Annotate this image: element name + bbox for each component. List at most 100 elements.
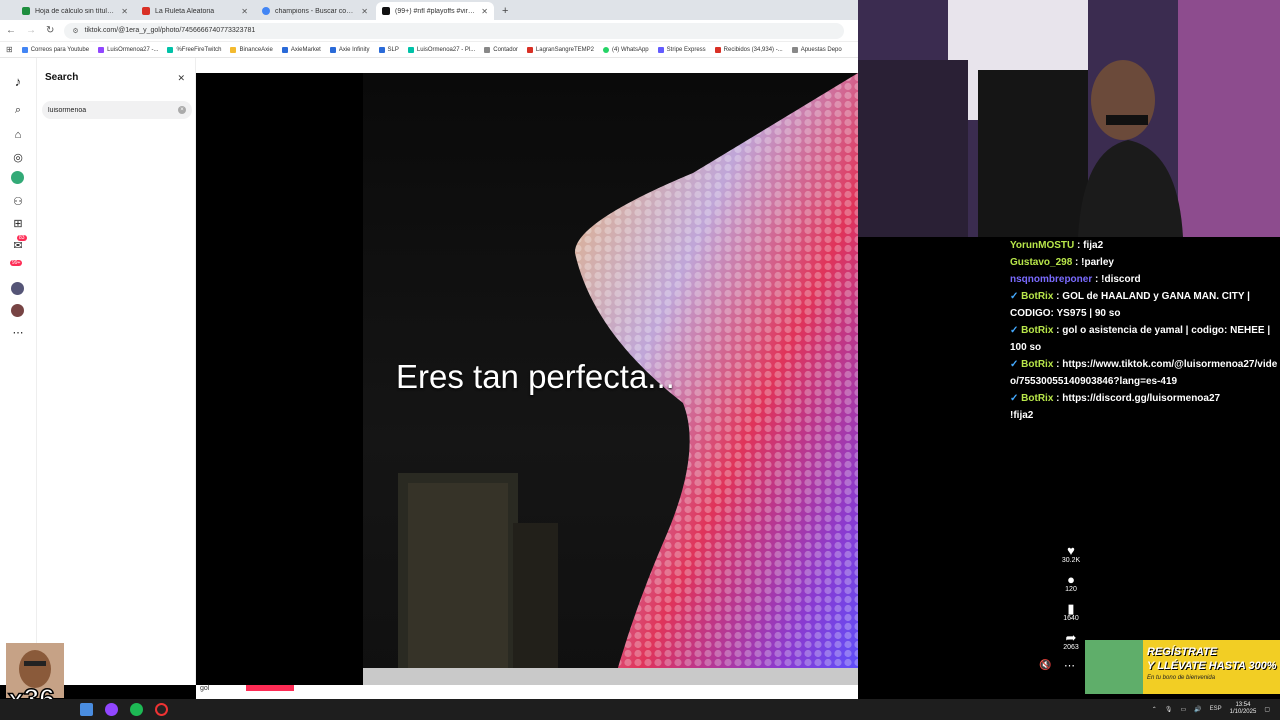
bookmark-label: (4) WhatsApp (611, 46, 649, 53)
upload-icon[interactable]: ⊞ (10, 215, 26, 231)
bookmarks-bar: ⊞ Correos para Youtube LuisOrmenoa27 -..… (0, 42, 858, 58)
chat-message: Gustavo_298 : !parley (1010, 254, 1280, 271)
bookmark-favicon-icon (21, 46, 28, 53)
url-field[interactable]: ⚙ tiktok.com/@1era_y_gol/photo/745666674… (64, 22, 845, 39)
bookmark-item[interactable]: Correos para Youtube (21, 46, 89, 53)
bookmark-favicon-icon (329, 46, 336, 53)
share-button[interactable]: ➦ 2063 (1058, 630, 1084, 651)
following-icon[interactable]: ⚇ (10, 193, 26, 209)
bookmark-item[interactable]: Stripe Express (657, 46, 706, 53)
chat-username: BotRix (1021, 393, 1054, 404)
notifications-icon[interactable]: ▢ (1264, 706, 1270, 713)
browser-tab-bar: Hoja de cálculo sin título - Hoja ✕ La R… (0, 0, 858, 20)
browser-tab-sheets[interactable]: Hoja de cálculo sin título - Hoja ✕ (16, 2, 134, 20)
chat-username: Gustavo_298 (1010, 257, 1073, 268)
browser-tab-ruleta[interactable]: La Ruleta Aleatoria ✕ (136, 2, 254, 20)
like-count: 30.2K (1061, 557, 1081, 564)
chat-separator: : (1053, 359, 1063, 370)
bookmark-item[interactable]: AxieMarket (281, 46, 321, 53)
like-button[interactable]: ♥ 30.2K (1058, 543, 1084, 564)
bookmark-favicon-icon (714, 46, 721, 53)
forward-arrow-icon[interactable]: → (26, 25, 36, 36)
bookmark-favicon-icon (657, 46, 664, 53)
streamer-camera-image (858, 0, 1280, 237)
chat-separator: : (1053, 393, 1063, 404)
apps-grid-icon[interactable]: ⊞ (6, 45, 13, 54)
bot-badge-icon: ✓ (1010, 393, 1019, 404)
bookmark-item[interactable]: SLP (378, 46, 399, 53)
bookmark-item[interactable]: LuisOrmenoa27 - Pl... (407, 46, 476, 53)
comment-button[interactable]: ● 120 (1058, 572, 1084, 593)
tiktok-logo-icon[interactable]: ♪ (10, 73, 26, 89)
explorer-icon[interactable] (80, 703, 93, 716)
network-icon[interactable]: ▭ (1180, 706, 1186, 713)
bookmark-item[interactable]: %FreeFireTwitch (167, 46, 221, 53)
profile-avatar-icon[interactable] (11, 282, 24, 295)
chat-text: !fija2 (1010, 410, 1034, 421)
explore-icon[interactable]: ◎ (10, 149, 26, 165)
save-button[interactable]: ▮ 1640 (1058, 601, 1084, 622)
bookmark-favicon-icon (230, 46, 237, 53)
bookmark-item[interactable]: LagranSangreTEMP2 (526, 46, 594, 53)
chat-text: fija2 (1083, 240, 1104, 251)
more-options-icon[interactable]: ⋯ (1064, 659, 1075, 672)
url-text: tiktok.com/@1era_y_gol/photo/74566667407… (84, 27, 256, 34)
close-icon[interactable]: ✕ (481, 7, 488, 16)
stream-chat: YorunMOSTU : fija2 Gustavo_298 : !parley… (1010, 237, 1280, 437)
bookmark-item[interactable]: LuisOrmenoa27 -... (98, 46, 158, 53)
clock[interactable]: 13:54 1/10/2025 (1230, 702, 1257, 716)
search-input[interactable] (48, 106, 168, 114)
close-icon[interactable]: ✕ (361, 7, 368, 16)
bookmark-item[interactable]: Recibidos (34,934) -... (714, 46, 783, 53)
tab-label: (99+) #nfl #playoffs #viral #fyp (395, 7, 476, 15)
bookmark-favicon-icon (167, 46, 174, 53)
site-info-icon[interactable]: ⚙ (72, 27, 78, 35)
home-icon[interactable]: ⌂ (10, 127, 26, 143)
chat-username: BotRix (1021, 359, 1054, 370)
promo-banner[interactable]: REGÍSTRATE Y LLÉVATE HASTA 300% En tu bo… (1085, 640, 1280, 694)
live-avatar-icon[interactable] (11, 171, 24, 184)
new-tab-button[interactable]: + (496, 5, 514, 20)
tab-label: Hoja de cálculo sin título - Hoja (35, 7, 116, 15)
browser-tab-tiktok[interactable]: (99+) #nfl #playoffs #viral #fyp ✕ (376, 2, 494, 20)
tab-label: champions - Buscar con Google (275, 7, 356, 15)
language-indicator[interactable]: ESP (1210, 706, 1222, 712)
volume-icon[interactable]: 🔊 (1194, 706, 1201, 713)
save-count: 1640 (1063, 615, 1079, 622)
taskbar: ⌃ 🎙 ▭ 🔊 ESP 13:54 1/10/2025 ▢ (0, 699, 1280, 720)
bot-badge-icon: ✓ (1010, 291, 1019, 302)
bookmark-label: BinanceAxie (239, 46, 273, 53)
sheets-icon (22, 7, 30, 15)
clear-search-icon[interactable]: × (178, 106, 186, 114)
bookmark-item[interactable]: Contador (484, 46, 518, 53)
chat-separator: : (1092, 274, 1102, 285)
chat-message: YorunMOSTU : fija2 (1010, 237, 1280, 254)
close-icon[interactable]: ✕ (121, 7, 128, 16)
close-icon[interactable]: ✕ (177, 73, 185, 84)
bookmark-label: LuisOrmenoa27 - Pl... (416, 46, 476, 53)
close-icon[interactable]: ✕ (241, 7, 248, 16)
obs-icon[interactable] (155, 703, 168, 716)
microphone-icon[interactable]: 🎙 (1165, 706, 1173, 713)
twitch-icon[interactable] (105, 703, 118, 716)
chat-message: !fija2 (1010, 407, 1280, 424)
search-icon[interactable]: ⌕ (10, 102, 26, 118)
bookmark-item[interactable]: Axie Infinity (329, 46, 370, 53)
account-avatar-icon[interactable] (11, 304, 24, 317)
bookmark-item[interactable]: BinanceAxie (230, 46, 273, 53)
chat-message: nsqnombreponer : !discord (1010, 271, 1280, 288)
browser-tab-google[interactable]: champions - Buscar con Google ✕ (256, 2, 374, 20)
back-arrow-icon[interactable]: ← (6, 25, 16, 36)
search-panel: Search ✕ × (37, 58, 196, 685)
bookmark-favicon-icon (526, 46, 533, 53)
bookmark-item[interactable]: (4) WhatsApp (602, 46, 649, 53)
chat-separator: : (1072, 257, 1082, 268)
chevron-up-icon[interactable]: ⌃ (1152, 706, 1157, 713)
spotify-icon[interactable] (130, 703, 143, 716)
bookmark-label: Apuestas Depo (800, 46, 842, 53)
mute-icon[interactable]: 🔇 (1039, 660, 1051, 671)
bookmark-item[interactable]: Apuestas Depo (791, 46, 842, 53)
more-icon[interactable]: ⋯ (10, 324, 26, 340)
chat-username: BotRix (1021, 291, 1054, 302)
reload-icon[interactable]: ↻ (46, 25, 54, 36)
